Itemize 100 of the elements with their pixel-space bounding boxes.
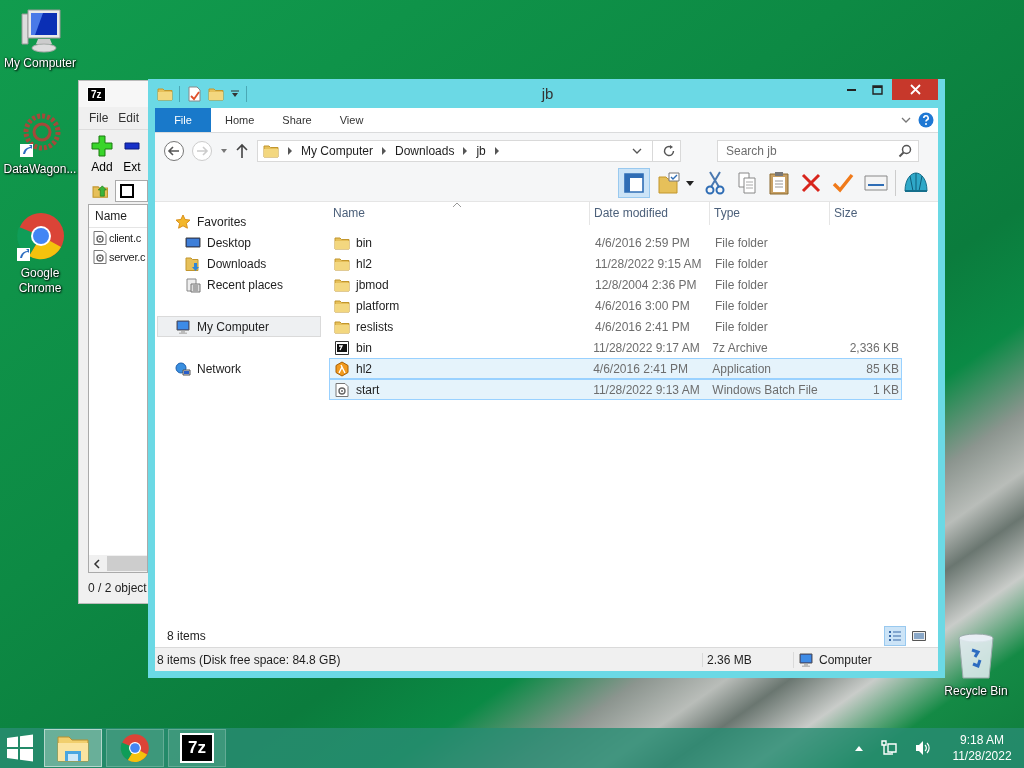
breadcrumb-arrow-icon[interactable]	[492, 146, 501, 156]
search-field[interactable]: Search jb	[717, 140, 919, 162]
navigation-label[interactable]: Recent places	[207, 277, 284, 292]
breadcrumb-arrow-icon[interactable]	[286, 146, 294, 156]
search-icon	[898, 144, 912, 158]
file-name[interactable]: client.c	[109, 231, 141, 244]
toolbar-button[interactable]: Ext	[121, 134, 143, 174]
up-arrow-icon[interactable]	[235, 143, 249, 159]
file-row[interactable]: hl2 4/6/2016 2:41 PM Application 85 KB	[329, 358, 902, 379]
ribbon-tab[interactable]: File	[155, 108, 211, 132]
breadcrumb-item[interactable]: jb	[476, 144, 486, 158]
scissors-icon	[705, 171, 725, 195]
path-field[interactable]	[114, 180, 148, 202]
column-header[interactable]: Name	[89, 205, 147, 228]
file-row[interactable]: platform 4/6/2016 3:00 PM File folder	[329, 295, 902, 316]
desktop-icon-label[interactable]: Google Chrome	[1, 266, 79, 296]
close-button[interactable]	[892, 79, 938, 100]
navigation-item[interactable]: Favorites	[157, 211, 321, 232]
network-icon[interactable]	[880, 739, 898, 757]
navigation-item[interactable]: Recent places	[157, 274, 321, 295]
column-header[interactable]: Date modified	[590, 202, 710, 225]
volume-icon[interactable]	[914, 739, 932, 757]
file-name: bin	[356, 235, 372, 250]
properties-icon[interactable]	[186, 85, 202, 102]
refresh-icon[interactable]	[662, 144, 676, 158]
archive-icon	[119, 184, 134, 198]
horizontal-scrollbar[interactable]	[89, 555, 147, 572]
ribbon-tab[interactable]: Home	[211, 108, 269, 132]
show-hidden-icons-caret[interactable]	[854, 744, 864, 752]
ribbon-tab[interactable]: Share	[268, 108, 326, 132]
navigation-label[interactable]: Favorites	[197, 214, 247, 229]
chrome-shortcut-icon[interactable]	[15, 212, 65, 264]
breadcrumb-item[interactable]: My Computer	[301, 144, 374, 158]
desktop-icon-label[interactable]: Recycle Bin	[937, 684, 1015, 699]
file-row[interactable]: bin 11/28/2022 9:17 AM 7z Archive 2,336 KB	[329, 337, 902, 358]
clipboard-icon	[768, 171, 790, 195]
downloads-folder-icon	[185, 255, 201, 272]
navigation-label[interactable]: My Computer	[197, 319, 270, 334]
recycle-bin-icon[interactable]	[956, 632, 996, 682]
breadcrumb-arrow-icon[interactable]	[461, 146, 470, 156]
size-cell-text: 1 KB	[872, 382, 900, 397]
file-name: jbmod	[356, 277, 389, 292]
toolbar-button[interactable]: Add	[91, 134, 113, 174]
preview-pane-button[interactable]	[618, 168, 650, 198]
type-cell-text: File folder	[714, 277, 769, 292]
file-row[interactable]: bin 4/6/2016 2:59 PM File folder	[329, 232, 902, 253]
gear-file-icon	[334, 381, 350, 398]
desktop-icon-label[interactable]: DataWagon...	[1, 162, 79, 177]
view-button[interactable]	[884, 626, 906, 646]
shell-icon	[903, 171, 929, 195]
start-button[interactable]	[6, 734, 34, 762]
date-cell-text: 11/28/2022 9:17 AM	[592, 340, 701, 355]
type-cell-text: File folder	[714, 319, 769, 334]
close-icon	[909, 84, 921, 95]
back-button[interactable]	[163, 140, 185, 162]
folder-icon	[157, 85, 173, 102]
type-cell-text: File folder	[714, 256, 769, 271]
navigation-label[interactable]: Downloads	[207, 256, 267, 271]
column-header[interactable]: Size	[830, 202, 904, 225]
clock-date[interactable]: 11/28/2022	[952, 748, 1012, 764]
scroll-left-icon[interactable]	[93, 558, 101, 569]
size-cell-text: 85 KB	[865, 361, 900, 376]
navigation-item[interactable]: Downloads	[157, 253, 321, 274]
date-cell-text: 12/8/2004 2:36 PM	[594, 277, 698, 292]
computer-icon	[798, 651, 814, 668]
archive-icon	[334, 339, 350, 356]
breadcrumb-item[interactable]: Downloads	[395, 144, 455, 158]
navigation-item[interactable]: Desktop	[157, 232, 321, 253]
menu-item[interactable]: File	[89, 111, 109, 125]
lambda-app-icon	[334, 360, 350, 377]
archive-app-logo: 7z	[88, 87, 105, 101]
breadcrumb-arrow-icon[interactable]	[380, 146, 389, 156]
date-cell-text: 4/6/2016 2:41 PM	[594, 319, 691, 334]
column-header[interactable]: Name	[329, 202, 590, 225]
file-row[interactable]: hl2 11/28/2022 9:15 AM File folder	[329, 253, 902, 274]
type-cell-text: Windows Batch File	[711, 382, 819, 397]
file-row[interactable]: reslists 4/6/2016 2:41 PM File folder	[329, 316, 902, 337]
folder-up-icon[interactable]	[92, 182, 109, 200]
file-name[interactable]: server.c	[109, 250, 146, 263]
gear-file-icon	[92, 248, 108, 265]
navigation-item[interactable]: My Computer	[157, 316, 321, 337]
taskbar-app-button[interactable]: 7z	[168, 729, 226, 767]
details-view-icon	[887, 628, 903, 644]
help-icon[interactable]	[918, 112, 934, 128]
folder-icon	[334, 234, 350, 251]
navigation-label[interactable]: Network	[197, 361, 241, 376]
desktop-icon-label[interactable]: My Computer	[1, 56, 79, 71]
menu-item[interactable]: Edit	[118, 111, 140, 125]
customize-caret-icon[interactable]	[230, 88, 240, 99]
address-bar[interactable]: My Computer Downloads jb	[257, 140, 681, 162]
file-row[interactable]: start 11/28/2022 9:13 AM Windows Batch File 1 KB	[329, 379, 902, 400]
navigation-label[interactable]: Desktop	[207, 235, 252, 250]
file-row[interactable]: jbmod 12/8/2004 2:36 PM File folder	[329, 274, 902, 295]
navigation-item[interactable]: Network	[157, 358, 321, 379]
taskbar-app-button[interactable]	[106, 729, 164, 767]
thumbnail-view-icon	[911, 628, 927, 644]
clock-time[interactable]: 9:18 AM	[960, 732, 1004, 748]
copy-icon	[737, 171, 757, 195]
ribbon-tab[interactable]: View	[325, 108, 378, 132]
column-header[interactable]: Type	[710, 202, 830, 225]
